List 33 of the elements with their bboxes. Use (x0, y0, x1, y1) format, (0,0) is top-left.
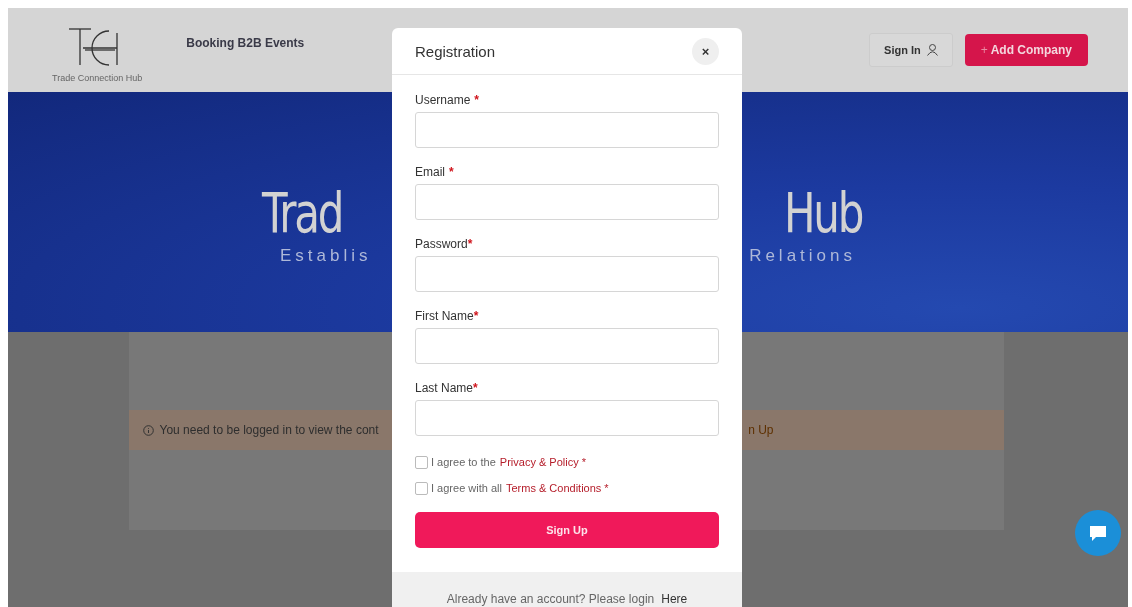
input-field[interactable] (415, 112, 719, 148)
hero-subtitle: Relations (749, 246, 856, 266)
close-button[interactable]: × (692, 37, 719, 65)
field-label: Password* (415, 236, 474, 252)
notice-text: You need to be logged in to view the cont (159, 423, 379, 437)
agreement-link[interactable]: Terms & Conditions * (505, 482, 609, 494)
input-field[interactable] (415, 328, 719, 364)
chat-icon (1088, 524, 1108, 542)
hero-title: Trad (262, 182, 343, 244)
login-link[interactable]: Here (661, 591, 688, 606)
field-label: Username * (415, 92, 481, 108)
agreement-text: I agree to the (431, 456, 496, 468)
sign-up-button[interactable]: Sign Up (415, 512, 719, 548)
add-company-button[interactable]: + Add Company (964, 34, 1088, 66)
info-icon (142, 424, 154, 436)
checkbox[interactable] (415, 455, 428, 469)
agreement-link[interactable]: Privacy & Policy * (499, 456, 587, 468)
nav-link[interactable]: Booking B2B Events (186, 36, 305, 50)
hero-subtitle: Establis (280, 246, 372, 266)
field-label: Email * (415, 164, 455, 180)
logo-caption: Trade Connection Hub (52, 73, 143, 83)
hero-title: Hub (783, 182, 862, 244)
input-field[interactable] (415, 400, 719, 436)
input-field[interactable] (415, 256, 719, 292)
field-label: First Name* (415, 308, 480, 324)
sign-in-button[interactable]: Sign In (869, 33, 953, 67)
footer-text: Already have an account? Please login (446, 591, 655, 606)
dialog-title: Registration (415, 42, 496, 60)
agreement-text: I agree with all (431, 482, 502, 494)
checkbox[interactable] (415, 481, 428, 495)
input-field[interactable] (415, 184, 719, 220)
field-label: Last Name* (415, 380, 479, 396)
user-icon (926, 44, 938, 56)
